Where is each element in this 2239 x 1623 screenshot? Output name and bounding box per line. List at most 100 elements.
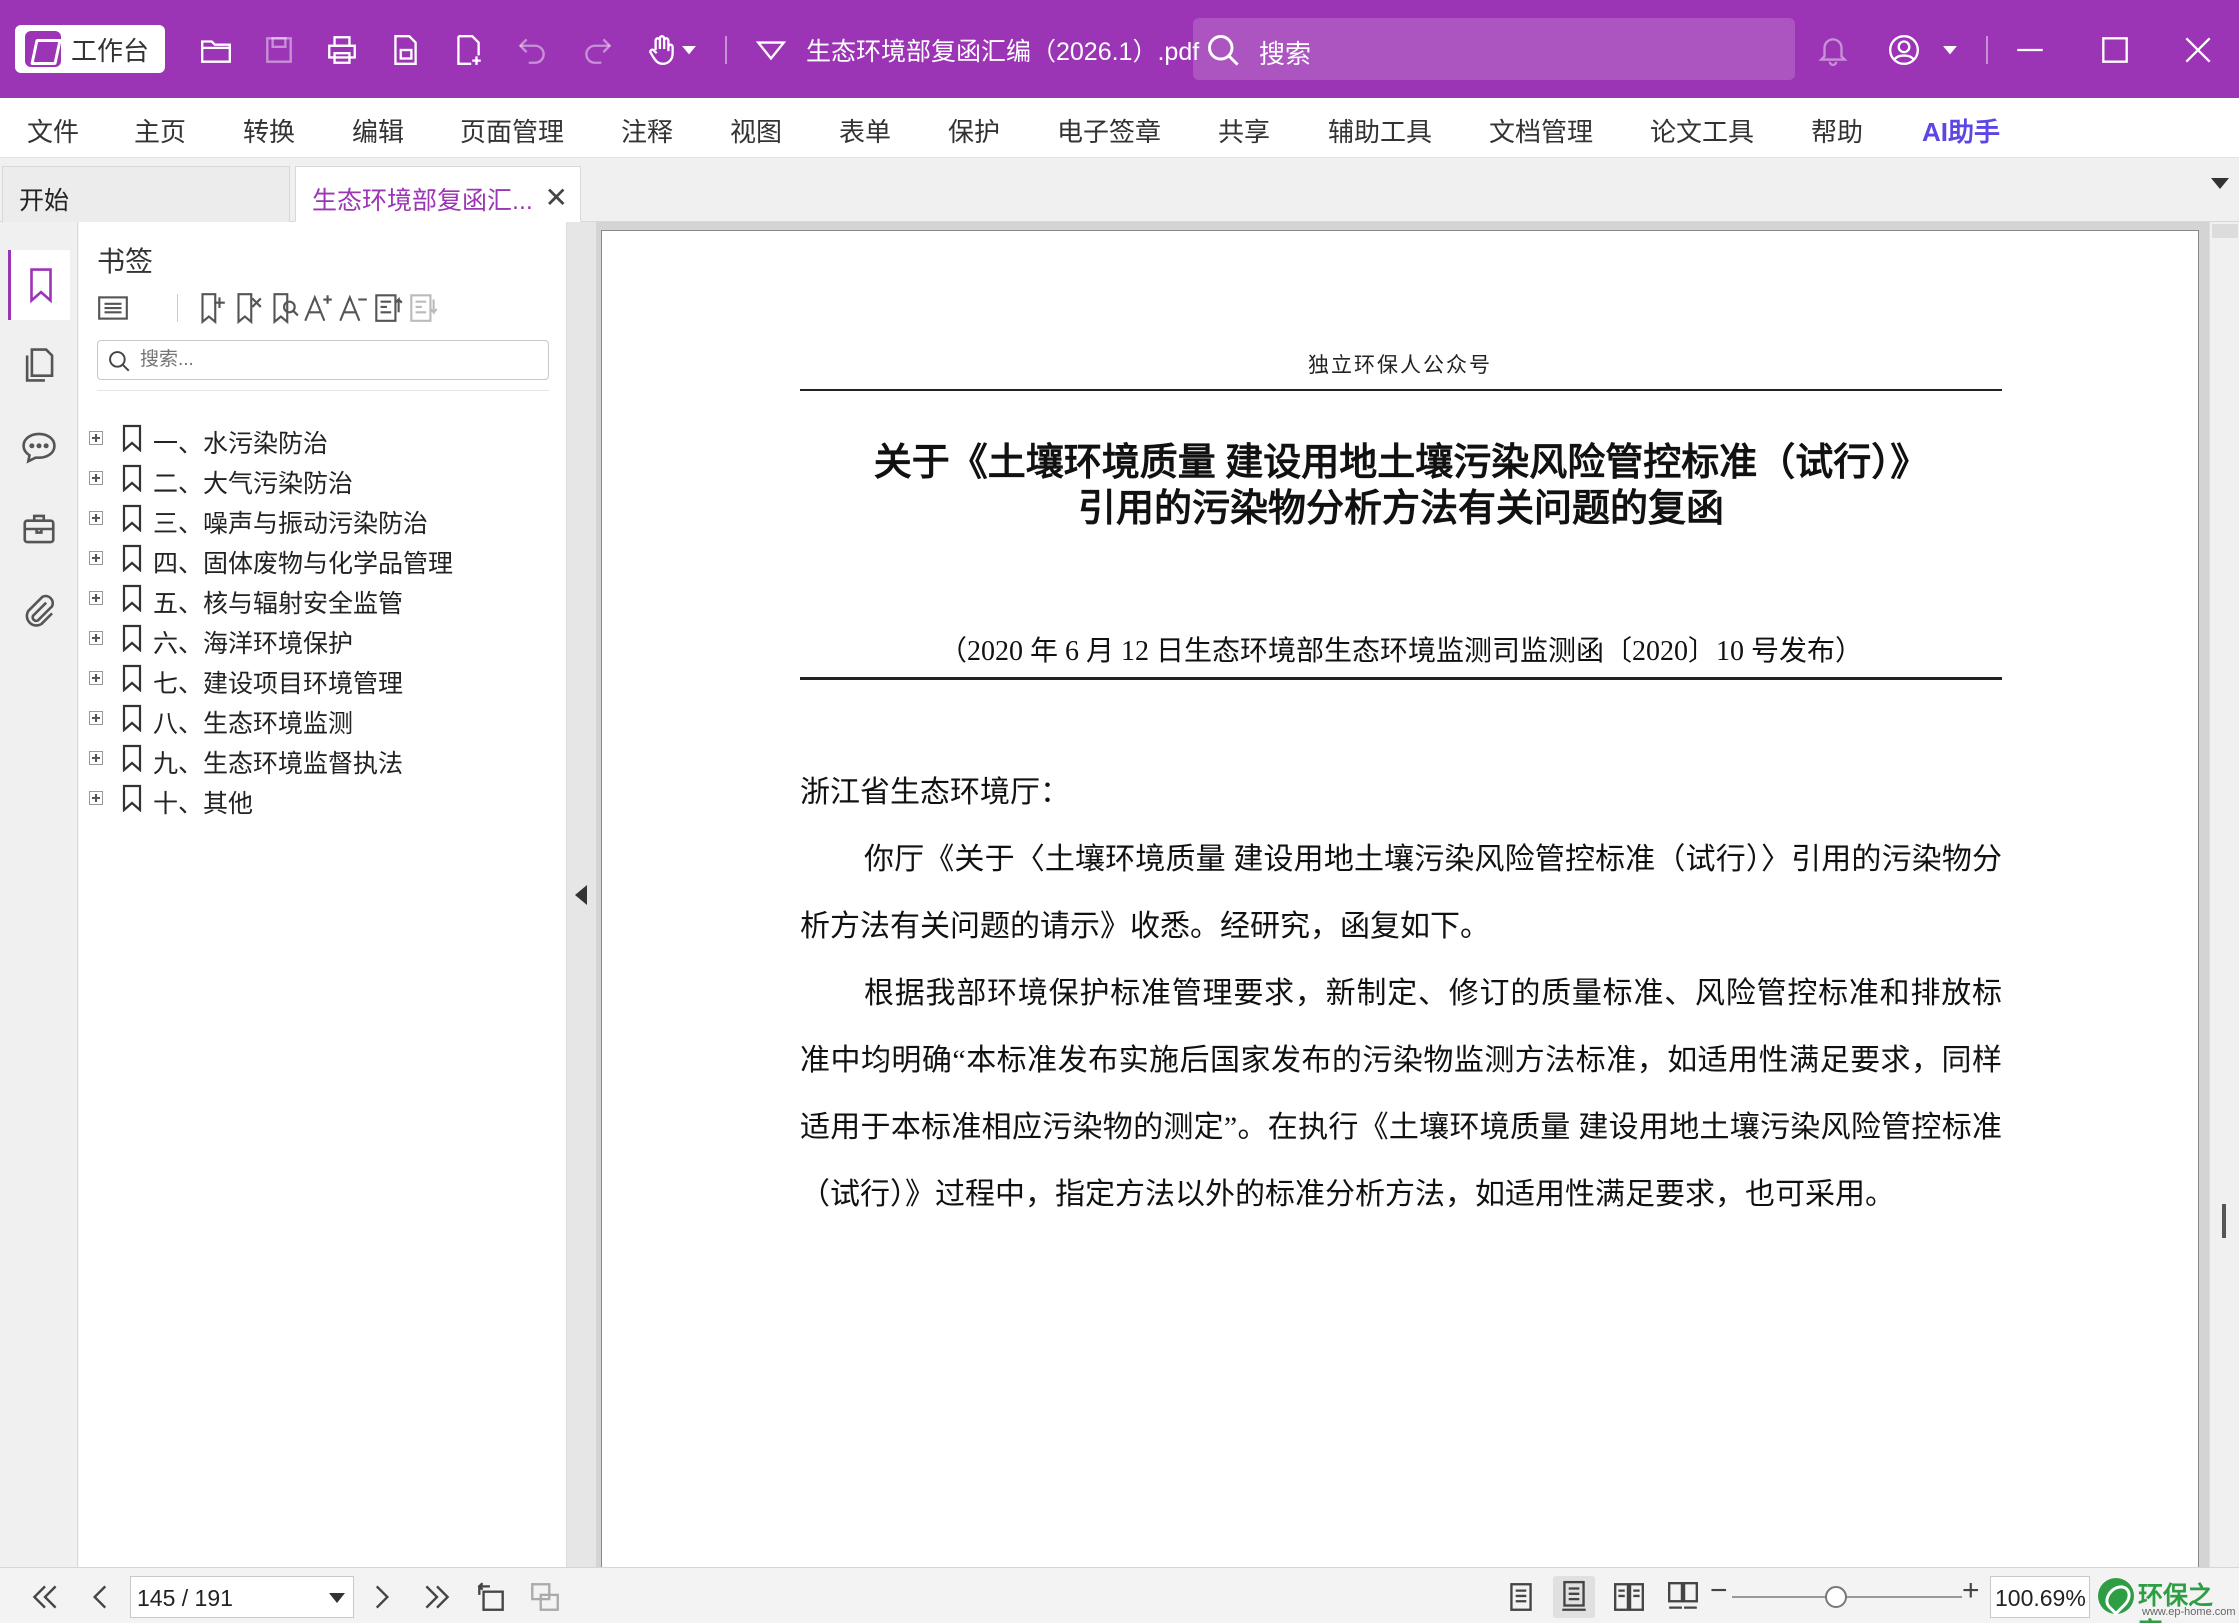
global-search-input[interactable]: 搜索 <box>1193 18 1795 80</box>
zoom-out-button[interactable]: − <box>1710 1574 1728 1608</box>
scrollbar-top-button[interactable] <box>2212 224 2238 238</box>
bookmark-item[interactable]: 五、核与辐射安全监管 <box>79 578 559 618</box>
expand-icon[interactable] <box>89 751 103 765</box>
bookmark-search-input[interactable] <box>140 345 540 375</box>
tab-list-dropdown-icon[interactable] <box>2211 178 2229 189</box>
increase-font-icon[interactable] <box>298 288 338 328</box>
vertical-scrollbar[interactable] <box>2209 222 2239 1567</box>
menu-help[interactable]: 帮助 <box>1811 112 1863 149</box>
expand-icon[interactable] <box>89 551 103 565</box>
document-subtitle: （2020 年 6 月 12 日生态环境部生态环境监测司监测函〔2020〕10 … <box>938 636 1863 667</box>
account-dropdown-icon[interactable] <box>1938 30 1962 70</box>
find-bookmark-icon[interactable] <box>263 288 303 328</box>
last-page-icon[interactable] <box>416 1576 458 1618</box>
bookmark-item[interactable]: 一、水污染防治 <box>79 418 559 458</box>
expand-icon[interactable] <box>89 671 103 685</box>
two-page-continuous-view-icon[interactable] <box>1662 1576 1704 1618</box>
menu-accessibility[interactable]: 辅助工具 <box>1328 112 1432 149</box>
menu-bar: 文件 主页 转换 编辑 页面管理 注释 视图 表单 保护 电子签章 共享 辅助工… <box>0 98 2239 158</box>
pages-icon[interactable] <box>8 330 70 400</box>
two-page-view-icon[interactable] <box>1608 1576 1650 1618</box>
bookmark-options-icon[interactable] <box>93 288 133 328</box>
bookmark-item[interactable]: 四、固体废物与化学品管理 <box>79 538 559 578</box>
bookmark-search-field[interactable] <box>97 340 549 380</box>
zoom-slider[interactable] <box>1732 1596 1962 1598</box>
bookmark-icon[interactable] <box>8 250 70 320</box>
menu-protect[interactable]: 保护 <box>948 112 1000 149</box>
menu-share[interactable]: 共享 <box>1218 112 1270 149</box>
expand-icon[interactable] <box>89 511 103 525</box>
expand-icon[interactable] <box>89 631 103 645</box>
redo-icon[interactable] <box>577 30 617 70</box>
menu-e-signature[interactable]: 电子签章 <box>1057 112 1161 149</box>
hand-tool-icon[interactable] <box>642 30 682 70</box>
menu-page-management[interactable]: 页面管理 <box>460 112 564 149</box>
single-page-view-icon[interactable] <box>1500 1576 1542 1618</box>
close-icon[interactable] <box>2178 30 2218 70</box>
bookmark-item[interactable]: 十、其他 <box>79 778 559 818</box>
attachment-icon[interactable] <box>8 576 70 646</box>
menu-home[interactable]: 主页 <box>134 112 186 149</box>
previous-page-icon[interactable] <box>80 1576 122 1618</box>
minimize-icon[interactable] <box>2010 30 2050 70</box>
menu-form[interactable]: 表单 <box>839 112 891 149</box>
bookmark-item[interactable]: 七、建设项目环境管理 <box>79 658 559 698</box>
maximize-icon[interactable] <box>2095 30 2135 70</box>
rotate-page-icon[interactable] <box>470 1576 512 1618</box>
expand-icon[interactable] <box>89 431 103 445</box>
save-icon[interactable] <box>259 30 299 70</box>
zoom-in-button[interactable]: + <box>1962 1574 1980 1608</box>
page-icon[interactable] <box>385 30 425 70</box>
add-bookmark-icon[interactable] <box>191 288 231 328</box>
site-watermark: 环保之家 www.ep-home.com <box>2098 1574 2236 1623</box>
open-folder-icon[interactable] <box>196 30 236 70</box>
account-icon[interactable] <box>1884 30 1924 70</box>
new-page-icon[interactable] <box>448 30 488 70</box>
tab-home[interactable]: 开始 <box>2 166 290 222</box>
expand-bookmark-icon[interactable] <box>368 288 408 328</box>
bell-icon[interactable] <box>1813 30 1853 70</box>
panel-collapse-handle[interactable] <box>567 222 597 1567</box>
bookmark-label: 四、固体废物与化学品管理 <box>153 550 454 578</box>
menu-edit[interactable]: 编辑 <box>352 112 404 149</box>
toolbox-icon[interactable] <box>8 494 70 564</box>
hand-tool-dropdown-icon[interactable] <box>677 30 701 70</box>
page-fit-icon[interactable] <box>524 1576 566 1618</box>
page-dropdown-icon[interactable] <box>329 1593 345 1603</box>
tab-close-icon[interactable]: ✕ <box>545 181 568 214</box>
bookmark-label: 一、水污染防治 <box>153 430 329 458</box>
menu-document-management[interactable]: 文档管理 <box>1489 112 1593 149</box>
decrease-font-icon[interactable] <box>333 288 373 328</box>
bookmark-item[interactable]: 八、生态环境监测 <box>79 698 559 738</box>
bookmark-item[interactable]: 二、大气污染防治 <box>79 458 559 498</box>
zoom-slider-knob[interactable] <box>1824 1586 1847 1608</box>
menu-view[interactable]: 视图 <box>730 112 782 149</box>
menu-ai-assistant[interactable]: AI助手 <box>1922 112 2000 149</box>
bookmark-item[interactable]: 三、噪声与振动污染防治 <box>79 498 559 538</box>
bookmark-item[interactable]: 六、海洋环境保护 <box>79 618 559 658</box>
continuous-view-icon[interactable] <box>1553 1576 1595 1618</box>
document-viewport[interactable]: 独立环保人公众号 关于《土壤环境质量 建设用地土壤污染风险管控标准（试行）》 引… <box>597 222 2209 1567</box>
dropdown-icon[interactable] <box>751 30 791 70</box>
delete-bookmark-icon[interactable] <box>227 288 267 328</box>
tab-document[interactable]: 生态环境部复函汇... ✕ <box>295 166 581 222</box>
menu-convert[interactable]: 转换 <box>243 112 295 149</box>
expand-icon[interactable] <box>89 791 103 805</box>
next-page-icon[interactable] <box>360 1576 402 1618</box>
menu-annotate[interactable]: 注释 <box>621 112 673 149</box>
scrollbar-thumb[interactable] <box>2222 1204 2226 1238</box>
menu-file[interactable]: 文件 <box>27 112 79 149</box>
page-number-field[interactable]: 145 / 191 <box>130 1576 354 1618</box>
comment-icon[interactable] <box>8 412 70 482</box>
print-icon[interactable] <box>322 30 362 70</box>
bookmark-item[interactable]: 九、生态环境监督执法 <box>79 738 559 778</box>
workbench-button[interactable]: 工作台 <box>15 25 165 73</box>
menu-thesis-tools[interactable]: 论文工具 <box>1650 112 1754 149</box>
expand-icon[interactable] <box>89 711 103 725</box>
expand-icon[interactable] <box>89 591 103 605</box>
first-page-icon[interactable] <box>24 1576 66 1618</box>
expand-icon[interactable] <box>89 471 103 485</box>
undo-icon[interactable] <box>513 30 553 70</box>
zoom-level-field[interactable]: 100.69% <box>1990 1576 2090 1618</box>
collapse-bookmark-icon[interactable] <box>403 288 443 328</box>
